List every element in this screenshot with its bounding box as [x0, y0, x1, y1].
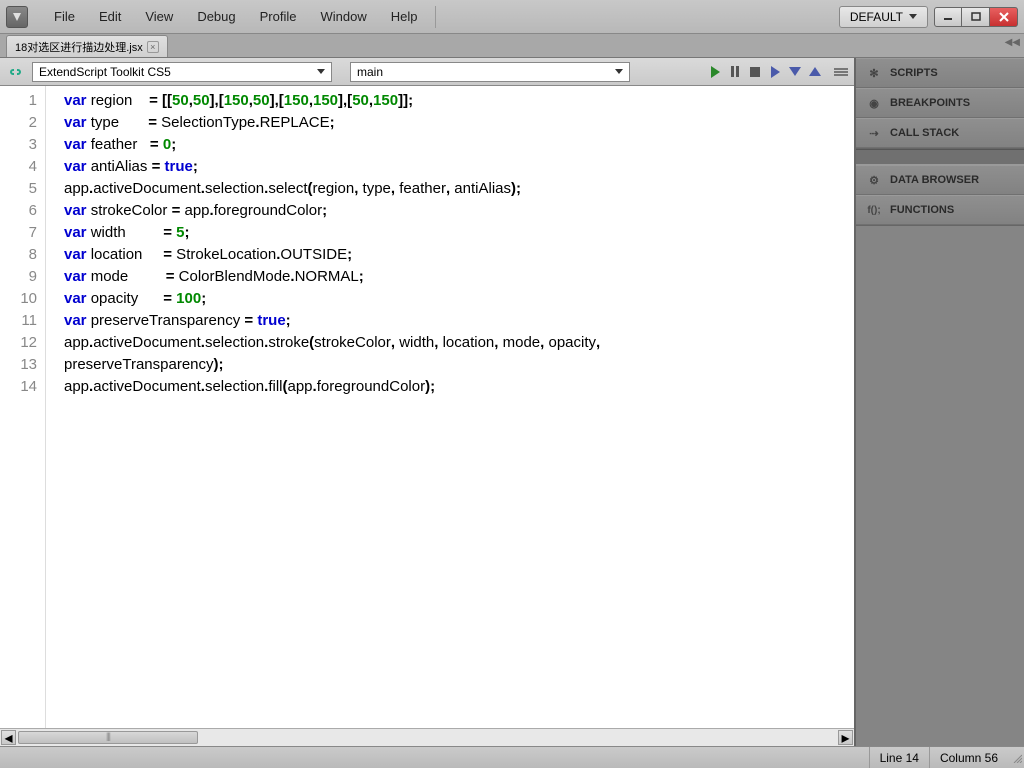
panel-label: DATA BROWSER [890, 174, 979, 186]
stop-button[interactable] [748, 65, 762, 79]
step-out-button[interactable] [808, 65, 822, 79]
panel-breakpoints[interactable]: ◉ BREAKPOINTS [856, 88, 1024, 118]
status-column: Column 56 [929, 747, 1008, 768]
scripts-icon: ✻ [866, 65, 882, 81]
scroll-left-button[interactable]: ◂ [1, 730, 16, 745]
panel-callstack[interactable]: ⇢ CALL STACK [856, 118, 1024, 148]
breakpoint-gutter[interactable] [46, 86, 60, 728]
line-number-gutter: 1234567891011121314 [0, 86, 46, 728]
breakpoints-icon: ◉ [866, 95, 882, 111]
workspace-switcher[interactable]: DEFAULT [839, 6, 928, 28]
status-line: Line 14 [869, 747, 929, 768]
menu-edit[interactable]: Edit [87, 5, 133, 28]
target-app-label: ExtendScript Toolkit CS5 [39, 65, 171, 79]
menu-window[interactable]: Window [308, 5, 378, 28]
panel-label: BREAKPOINTS [890, 97, 970, 109]
panel-label: CALL STACK [890, 127, 959, 139]
function-label: main [357, 65, 383, 79]
debug-controls [708, 65, 848, 79]
chevron-down-icon [615, 69, 623, 74]
chevron-down-icon [317, 69, 325, 74]
main-menu: File Edit View Debug Profile Window Help [42, 5, 429, 28]
app-icon [6, 6, 28, 28]
document-tab-label: 18对选区进行描边处理.jsx [15, 39, 143, 55]
resize-grip[interactable] [1008, 751, 1024, 765]
tab-close-icon[interactable]: × [147, 41, 159, 53]
chevron-down-icon [909, 14, 917, 19]
databrowser-icon: ⚙ [866, 172, 882, 188]
document-tab-bar: 18对选区进行描边处理.jsx × ◀◀ [0, 34, 1024, 58]
link-icon[interactable] [6, 65, 24, 79]
scrollbar-thumb[interactable] [18, 731, 198, 744]
code-editor[interactable]: 1234567891011121314 var region = [[50,50… [0, 86, 854, 728]
editor-column: ExtendScript Toolkit CS5 main 1234567891… [0, 58, 856, 746]
panel-scripts[interactable]: ✻ SCRIPTS [856, 58, 1024, 88]
run-button[interactable] [708, 65, 722, 79]
horizontal-scrollbar[interactable]: ◂ ▸ [0, 728, 854, 746]
step-into-button[interactable] [788, 65, 802, 79]
step-over-button[interactable] [768, 65, 782, 79]
scroll-right-button[interactable]: ▸ [838, 730, 853, 745]
menu-view[interactable]: View [133, 5, 185, 28]
menu-profile[interactable]: Profile [248, 5, 309, 28]
panel-label: FUNCTIONS [890, 204, 954, 216]
side-panel: ✻ SCRIPTS ◉ BREAKPOINTS ⇢ CALL STACK ⚙ D… [856, 58, 1024, 746]
workspace-label: DEFAULT [850, 10, 903, 24]
function-dropdown[interactable]: main [350, 62, 630, 82]
status-bar: Line 14 Column 56 [0, 746, 1024, 768]
menu-debug[interactable]: Debug [185, 5, 247, 28]
minimize-button[interactable] [934, 7, 962, 27]
close-button[interactable] [990, 7, 1018, 27]
menu-separator [435, 6, 436, 28]
title-bar: File Edit View Debug Profile Window Help… [0, 0, 1024, 34]
main-area: ExtendScript Toolkit CS5 main 1234567891… [0, 58, 1024, 746]
maximize-button[interactable] [962, 7, 990, 27]
window-controls [934, 7, 1018, 27]
panel-label: SCRIPTS [890, 67, 938, 79]
editor-toolbar: ExtendScript Toolkit CS5 main [0, 58, 854, 86]
tab-overflow-icon[interactable]: ◀◀ [1005, 37, 1020, 48]
panel-databrowser[interactable]: ⚙ DATA BROWSER [856, 165, 1024, 195]
target-app-dropdown[interactable]: ExtendScript Toolkit CS5 [32, 62, 332, 82]
menu-file[interactable]: File [42, 5, 87, 28]
toolbar-menu-icon[interactable] [834, 68, 848, 76]
panel-separator [856, 149, 1024, 165]
document-tab[interactable]: 18对选区进行描边处理.jsx × [6, 35, 168, 57]
panel-functions[interactable]: f(); FUNCTIONS [856, 195, 1024, 225]
code-content[interactable]: var region = [[50,50],[150,50],[150,150]… [60, 86, 854, 728]
callstack-icon: ⇢ [866, 125, 882, 141]
functions-icon: f(); [866, 202, 882, 218]
pause-button[interactable] [728, 65, 742, 79]
menu-help[interactable]: Help [379, 5, 430, 28]
